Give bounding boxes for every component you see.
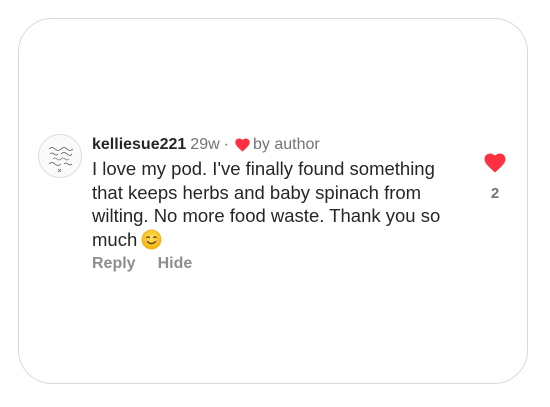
comment-text: I love my pod. I've finally found someth… [92, 157, 442, 251]
heart-icon [235, 138, 250, 152]
comment-age[interactable]: 29w [190, 135, 219, 155]
avatar-handwriting-image [39, 135, 81, 177]
like-count[interactable]: 2 [483, 185, 507, 202]
avatar[interactable] [38, 134, 82, 178]
hide-button[interactable]: Hide [158, 255, 193, 273]
username-link[interactable]: kelliesue221 [92, 135, 186, 155]
smiling-face-emoji [141, 229, 162, 249]
comment-body: kelliesue221 29w · by author I love my p… [92, 135, 447, 251]
liked-by-author-label: by author [252, 136, 320, 153]
reply-button[interactable]: Reply [92, 255, 136, 273]
comment-card: kelliesue221 29w · by author I love my p… [18, 18, 528, 384]
like-column: 2 [483, 153, 507, 202]
meta-separator: · [223, 136, 229, 153]
comment-actions: Reply Hide [92, 255, 192, 273]
heart-filled-icon[interactable] [484, 153, 506, 173]
comment-meta: kelliesue221 29w · by author [92, 135, 447, 155]
